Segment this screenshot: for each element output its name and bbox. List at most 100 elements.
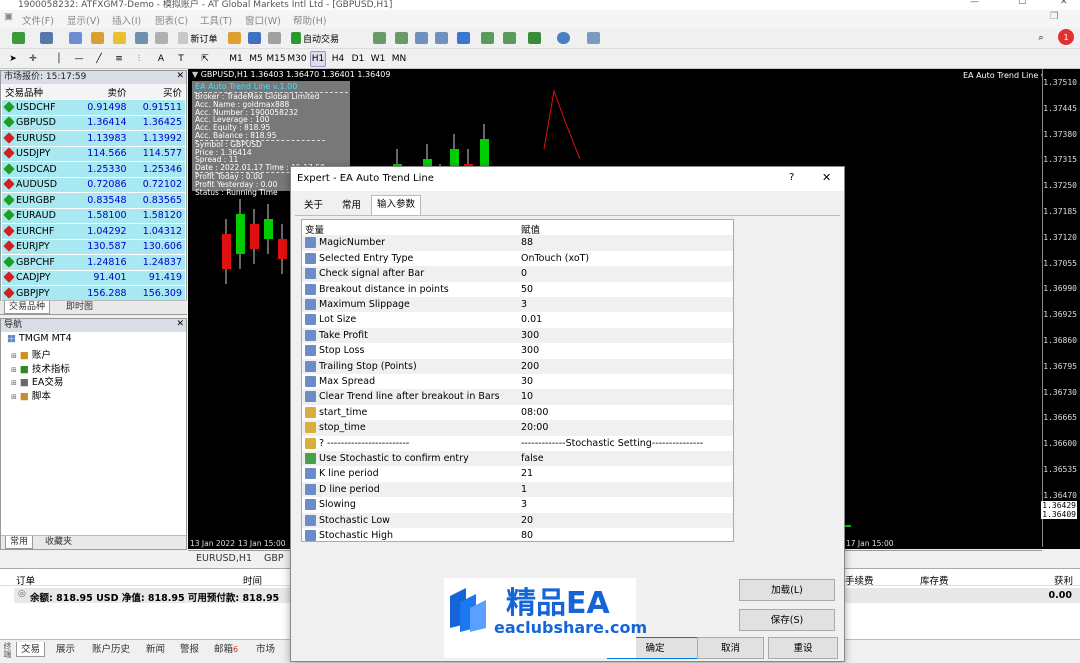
channel-icon[interactable]: ≡ — [112, 51, 126, 67]
param-row[interactable]: Maximum Slippage 3 — [302, 297, 733, 313]
notification-badge[interactable]: 1 — [1058, 29, 1074, 45]
param-value[interactable]: 20 — [521, 515, 533, 526]
param-value[interactable]: 21 — [521, 468, 533, 479]
param-value[interactable]: 0.01 — [521, 314, 542, 325]
terminal-icon[interactable] — [132, 30, 150, 46]
tf-m1[interactable]: M1 — [228, 51, 244, 67]
tab-exposure[interactable]: 展示 — [52, 642, 79, 655]
param-row[interactable]: Take Profit 300 — [302, 327, 733, 344]
new-order-button[interactable]: 新订单 — [174, 30, 222, 46]
indicators-icon[interactable] — [522, 30, 546, 46]
horizontal-line-icon[interactable]: — — [72, 51, 86, 67]
tab-news[interactable]: 新闻 — [142, 642, 169, 655]
tf-h1[interactable]: H1 — [310, 51, 326, 67]
close-icon[interactable]: ✕ — [1060, 0, 1068, 7]
tab-trade[interactable]: 交易 — [16, 642, 46, 657]
restore-icon[interactable]: ❐ — [1050, 11, 1059, 22]
menu-view[interactable]: 显示(V) — [67, 13, 100, 27]
col-swap[interactable]: 库存费 — [920, 573, 949, 587]
tf-h4[interactable]: H4 — [330, 51, 346, 67]
param-value[interactable]: 300 — [521, 345, 539, 356]
col-ask[interactable]: 买价 — [129, 84, 185, 100]
param-value[interactable]: -------------Stochastic Setting---------… — [521, 438, 703, 449]
maximize-icon[interactable]: ☐ — [1018, 0, 1026, 7]
tf-m30[interactable]: M30 — [287, 51, 307, 67]
expand-icon[interactable]: ⊞ — [11, 352, 17, 360]
metaeditor-icon[interactable] — [226, 30, 242, 46]
tab-chart-eurusd[interactable]: EURUSD,H1 — [192, 552, 256, 565]
tab-symbols[interactable]: 交易品种 — [4, 301, 51, 314]
tab-alerts[interactable]: 警报 — [176, 642, 203, 655]
market-row[interactable]: AUDUSD 0.72086 0.72102 — [2, 177, 185, 193]
crosshair-icon[interactable]: ✛ — [26, 51, 40, 67]
autotrade-button[interactable]: 自动交易 — [286, 30, 344, 46]
param-row[interactable]: D line period 1 — [302, 481, 733, 498]
param-row[interactable]: Lot Size 0.01 — [302, 312, 733, 328]
param-row[interactable]: start_time 08:00 — [302, 404, 733, 421]
param-row[interactable]: Breakout distance in points 50 — [302, 281, 733, 297]
menu-chart[interactable]: 图表(C) — [155, 13, 188, 27]
tab-common[interactable]: 常用 — [337, 197, 366, 215]
templates-icon[interactable] — [580, 30, 606, 46]
trendline-icon[interactable]: ╱ — [92, 51, 106, 67]
arrows-icon[interactable]: ⇱ — [194, 51, 216, 67]
param-row[interactable]: Stochastic High 80 — [302, 528, 733, 541]
reset-button[interactable]: 重设 — [768, 637, 838, 659]
profiles-icon[interactable] — [34, 30, 58, 46]
market-row[interactable]: USDCHF 0.91498 0.91511 — [2, 99, 185, 116]
panel-close-icon[interactable]: ✕ — [176, 71, 184, 81]
cancel-button[interactable]: 取消 — [697, 637, 764, 659]
signals-icon[interactable] — [266, 30, 282, 46]
param-row[interactable]: Selected Entry Type OnTouch (xoT) — [302, 250, 733, 267]
data-window-icon[interactable] — [88, 30, 106, 46]
col-profit[interactable]: 获利 — [1054, 573, 1073, 587]
col-commission[interactable]: 手续费 — [845, 573, 874, 587]
tester-icon[interactable] — [152, 30, 170, 46]
market-row[interactable]: CADJPY 91.401 91.419 — [2, 270, 185, 286]
param-row[interactable]: Clear Trend line after breakout in Bars 1… — [302, 389, 733, 405]
market-row[interactable]: EURUSD 1.13983 1.13992 — [2, 130, 185, 147]
col-bid[interactable]: 卖价 — [74, 84, 130, 100]
param-value[interactable]: 50 — [521, 284, 533, 295]
navigator-icon[interactable] — [110, 30, 128, 46]
tab-about[interactable]: 关于 — [299, 197, 328, 215]
nav-indicators[interactable]: ⊞ ■ 技术指标 — [11, 361, 70, 375]
param-value[interactable]: 20:00 — [521, 422, 548, 433]
param-row[interactable]: Stop Loss 300 — [302, 343, 733, 359]
tab-favorites[interactable]: 收藏夹 — [41, 536, 76, 549]
param-row[interactable]: Stochastic Low 20 — [302, 512, 733, 528]
tab-market[interactable]: 市场 — [252, 642, 279, 655]
market-row[interactable]: EURJPY 130.587 130.606 — [2, 239, 185, 255]
tf-w1[interactable]: W1 — [370, 51, 386, 67]
fibo-icon[interactable]: ⫶ — [132, 51, 146, 67]
tab-common[interactable]: 常用 — [5, 536, 34, 549]
param-value[interactable]: false — [521, 453, 544, 464]
vertical-line-icon[interactable]: │ — [52, 51, 66, 67]
param-value[interactable]: 3 — [521, 499, 527, 510]
menu-tools[interactable]: 工具(T) — [200, 13, 232, 27]
param-row[interactable]: Trailing Stop (Points) 200 — [302, 358, 733, 374]
tab-tick-chart[interactable]: 即时图 — [62, 301, 97, 314]
market-row[interactable]: EURGBP 0.83548 0.83565 — [2, 192, 185, 209]
col-order[interactable]: 订单 — [16, 573, 35, 587]
param-row[interactable]: stop_time 20:00 — [302, 420, 733, 436]
autoscroll-icon[interactable] — [478, 30, 496, 46]
zoom-in-icon[interactable] — [412, 30, 430, 46]
menu-insert[interactable]: 插入(I) — [112, 13, 141, 27]
nav-scripts[interactable]: ⊞ ■ 脚本 — [11, 388, 51, 402]
zoom-out-icon[interactable] — [432, 30, 450, 46]
param-row[interactable]: Check signal after Bar 0 — [302, 266, 733, 282]
col-time[interactable]: 时间 — [243, 573, 262, 587]
param-value[interactable]: 200 — [521, 361, 539, 372]
market-row[interactable]: USDCAD 1.25330 1.25346 — [2, 161, 185, 178]
help-icon[interactable]: ? — [789, 172, 794, 183]
nav-accounts[interactable]: ⊞ ■ 账户 — [11, 347, 51, 361]
menu-help[interactable]: 帮助(H) — [293, 13, 327, 27]
param-value[interactable]: 300 — [521, 330, 539, 341]
market-row[interactable]: EURAUD 1.58100 1.58120 — [2, 208, 185, 224]
market-row[interactable]: GBPUSD 1.36414 1.36425 — [2, 115, 185, 131]
param-value[interactable]: 08:00 — [521, 407, 548, 418]
market-row[interactable]: EURCHF 1.04292 1.04312 — [2, 223, 185, 240]
param-value[interactable]: 80 — [521, 530, 533, 541]
tab-inputs[interactable]: 输入参数 — [371, 195, 422, 215]
